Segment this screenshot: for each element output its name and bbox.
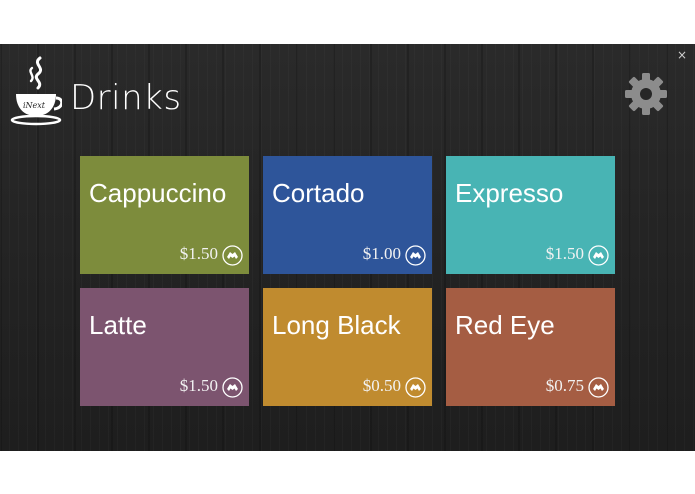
drink-tile-expresso[interactable]: Expresso $1.50 <box>446 156 615 274</box>
order-icon[interactable] <box>222 377 243 398</box>
drink-name: Latte <box>89 310 147 340</box>
drink-price: $1.50 <box>545 244 584 263</box>
drink-tile-cortado[interactable]: Cortado $1.00 <box>263 156 432 274</box>
coffee-cup-logo: iNext <box>10 56 62 126</box>
drink-price: $1.00 <box>362 244 401 263</box>
drink-price: $1.50 <box>179 376 218 395</box>
page-title: Drinks <box>70 78 182 118</box>
drink-tile-long-black[interactable]: Long Black $0.50 <box>263 288 432 406</box>
order-icon[interactable] <box>222 245 243 266</box>
drink-name: Expresso <box>455 178 564 208</box>
drink-name: Cortado <box>272 178 365 208</box>
drink-tile-red-eye[interactable]: Red Eye $0.75 <box>446 288 615 406</box>
drink-name: Red Eye <box>455 310 555 340</box>
gear-icon[interactable] <box>623 71 669 117</box>
drink-tile-latte[interactable]: Latte $1.50 <box>80 288 249 406</box>
drink-name: Cappuccino <box>89 178 227 208</box>
order-icon[interactable] <box>588 377 609 398</box>
order-icon[interactable] <box>588 245 609 266</box>
app-window: × iNext Drinks Cappuccino $1.50 Cortado … <box>0 44 695 451</box>
logo-text: iNext <box>23 101 46 110</box>
order-icon[interactable] <box>405 377 426 398</box>
drink-price: $1.50 <box>179 244 218 263</box>
order-icon[interactable] <box>405 245 426 266</box>
drink-tile-cappuccino[interactable]: Cappuccino $1.50 <box>80 156 249 274</box>
close-icon[interactable]: × <box>677 48 687 62</box>
drink-price: $0.50 <box>362 376 401 395</box>
drink-name: Long Black <box>272 310 401 340</box>
drink-price: $0.75 <box>545 376 584 395</box>
